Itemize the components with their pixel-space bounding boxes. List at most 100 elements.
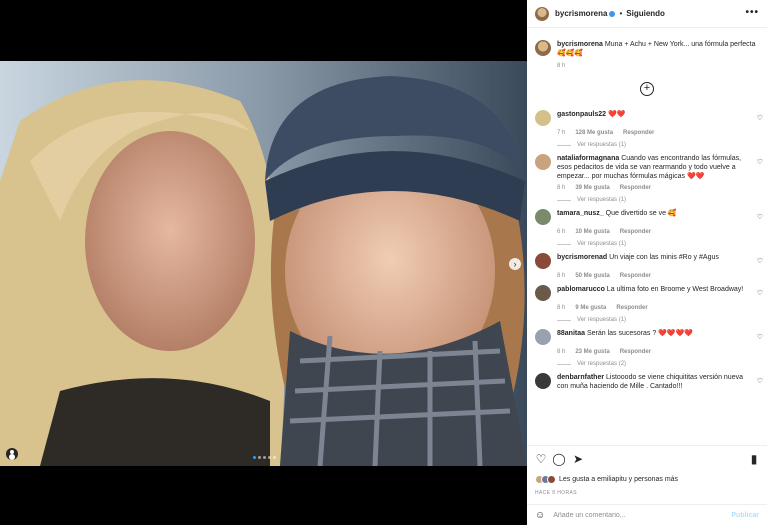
commenter-username[interactable]: 88anitaa	[557, 330, 585, 337]
view-replies-button[interactable]: Ver respuestas (1)	[557, 142, 763, 148]
commenter-username[interactable]: denbarnfather	[557, 374, 604, 381]
publish-button[interactable]: Publicar	[731, 512, 759, 519]
comment-like-heart-icon[interactable]: ♡	[757, 158, 763, 166]
commenter-avatar[interactable]	[535, 253, 551, 269]
comment-text: nataliaformagnana Cuando vas encontrando…	[557, 154, 763, 181]
caption-text: bycrismorena Muna + Achu + New York... u…	[557, 40, 761, 71]
view-replies-button[interactable]: Ver respuestas (2)	[557, 361, 763, 367]
comment-item: pablomarucco La ultima foto en Broome y …	[535, 285, 763, 323]
comment-meta: 6 h 10 Me gusta Responder	[557, 229, 763, 235]
comment-item: denbarnfather Listooodo se viene chiquit…	[535, 373, 763, 391]
comment-meta: 8 h 50 Me gusta Responder	[557, 273, 763, 279]
share-paper-plane-icon[interactable]: ➤	[571, 452, 585, 466]
comment-like-heart-icon[interactable]: ♡	[757, 114, 763, 122]
commenter-username[interactable]: nataliaformagnana	[557, 155, 619, 162]
comment-text: 88anitaa Serán las sucesoras ? ❤️❤️❤️❤️	[557, 329, 707, 345]
author-avatar[interactable]	[535, 6, 549, 21]
comment-time: 6 h	[557, 229, 566, 235]
comment-like-heart-icon[interactable]: ♡	[757, 377, 763, 385]
comment-likes-count[interactable]: 128 Me gusta	[575, 130, 613, 136]
commenter-username[interactable]: gastonpauls22	[557, 111, 606, 118]
verified-badge-icon	[609, 10, 616, 17]
comment-likes-count[interactable]: 9 Me gusta	[575, 305, 606, 311]
comment-item: bycrismorenad Un viaje con las minis #Ro…	[535, 253, 763, 279]
comment-like-heart-icon[interactable]: ♡	[757, 213, 763, 221]
media-area: ›	[0, 0, 527, 525]
next-photo-button[interactable]: ›	[509, 258, 521, 270]
like-heart-icon[interactable]: ♡	[534, 452, 548, 466]
comments-list: gastonpauls22 ❤️❤️ ♡ 7 h 128 Me gusta Respon…	[535, 110, 763, 397]
separator-dot: •	[619, 9, 623, 18]
comment-body: Que divertido se ve 🥰	[603, 210, 677, 217]
reply-button[interactable]: Responder	[620, 349, 651, 355]
comment-body: ❤️❤️	[606, 111, 626, 118]
commenter-username[interactable]: bycrismorenad	[557, 254, 607, 261]
comment-text: gastonpauls22 ❤️❤️	[557, 110, 639, 126]
load-more-comments-button[interactable]: +	[640, 82, 654, 96]
commenter-username[interactable]: pablomarucco	[557, 286, 605, 293]
commenter-avatar[interactable]	[535, 209, 551, 225]
user-tag-icon[interactable]	[6, 448, 18, 460]
post-sidebar: bycrismorena • Siguiendo ••• bycrismoren…	[527, 0, 767, 525]
post-header: bycrismorena • Siguiendo •••	[527, 0, 767, 28]
carousel-dot	[273, 456, 276, 459]
comment-time: 7 h	[557, 130, 566, 136]
comment-meta: 8 h 39 Me gusta Responder	[557, 185, 763, 191]
add-comment-input[interactable]	[553, 512, 732, 519]
comment-likes-count[interactable]: 50 Me gusta	[575, 273, 609, 279]
author-username[interactable]: bycrismorena	[555, 9, 607, 18]
comment-like-heart-icon[interactable]: ♡	[757, 333, 763, 341]
reply-button[interactable]: Responder	[620, 229, 651, 235]
reply-button[interactable]: Responder	[623, 130, 654, 136]
carousel-dot	[253, 456, 256, 459]
likes-text[interactable]: Les gusta a emiliapitu y personas más	[559, 476, 678, 483]
comment-bubble-icon[interactable]: ◯	[552, 452, 566, 466]
view-replies-button[interactable]: Ver respuestas (1)	[557, 197, 763, 203]
comment-likes-count[interactable]: 39 Me gusta	[575, 185, 609, 191]
view-replies-button[interactable]: Ver respuestas (1)	[557, 241, 763, 247]
commenter-avatar[interactable]	[535, 154, 551, 170]
comment-time: 8 h	[557, 305, 566, 311]
comment-item: nataliaformagnana Cuando vas encontrando…	[535, 154, 763, 203]
comment-body: Un viaje con las minis #Ro y #Agus	[607, 254, 719, 261]
add-comment-bar: ☺ Publicar	[527, 504, 767, 525]
following-button[interactable]: Siguiendo	[626, 9, 665, 18]
post-time-ago: HACE 8 HORAS	[535, 490, 578, 496]
comment-body: La ultima foto en Broome y West Broadway…	[604, 286, 744, 293]
commenter-avatar[interactable]	[535, 373, 551, 389]
caption-time: 8 h	[557, 63, 566, 69]
comment-like-heart-icon[interactable]: ♡	[757, 289, 763, 297]
commenter-username[interactable]: tamara_nusz_	[557, 210, 604, 217]
comment-like-heart-icon[interactable]: ♡	[757, 257, 763, 265]
emoji-icon[interactable]: ☺	[535, 510, 545, 521]
post-photo[interactable]	[0, 61, 527, 466]
carousel-dot	[268, 456, 271, 459]
carousel-dot	[263, 456, 266, 459]
more-options-icon[interactable]: •••	[745, 7, 759, 18]
comment-meta: 8 h 23 Me gusta Responder	[557, 349, 763, 355]
reply-button[interactable]: Responder	[620, 273, 651, 279]
comment-likes-count[interactable]: 10 Me gusta	[575, 229, 609, 235]
likes-summary: Les gusta a emiliapitu y personas más	[535, 475, 678, 484]
commenter-avatar[interactable]	[535, 110, 551, 126]
comment-likes-count[interactable]: 23 Me gusta	[575, 349, 609, 355]
save-bookmark-icon[interactable]: ▮	[747, 452, 761, 466]
view-replies-button[interactable]: Ver respuestas (1)	[557, 317, 763, 323]
caption-avatar[interactable]	[535, 40, 551, 56]
commenter-avatar[interactable]	[535, 329, 551, 345]
reply-button[interactable]: Responder	[620, 185, 651, 191]
comment-meta: 7 h 128 Me gusta Responder	[557, 130, 763, 136]
post-actions: ♡ ◯ ➤ ▮ Les gusta a emiliapitu y persona…	[527, 445, 767, 525]
commenter-avatar[interactable]	[535, 285, 551, 301]
comment-time: 8 h	[557, 349, 566, 355]
caption-username[interactable]: bycrismorena	[557, 41, 603, 48]
comment-body: Serán las sucesoras ? ❤️❤️❤️❤️	[585, 330, 694, 337]
comment-item: tamara_nusz_ Que divertido se ve 🥰 ♡ 6 h 10…	[535, 209, 763, 247]
comment-text: bycrismorenad Un viaje con las minis #Ro…	[557, 253, 733, 269]
comment-text: tamara_nusz_ Que divertido se ve 🥰	[557, 209, 691, 225]
post-caption: bycrismorena Muna + Achu + New York... u…	[535, 40, 761, 71]
comment-text: pablomarucco La ultima foto en Broome y …	[557, 285, 757, 301]
reply-button[interactable]: Responder	[616, 305, 647, 311]
carousel-dot	[258, 456, 261, 459]
liker-avatar[interactable]	[547, 475, 556, 484]
